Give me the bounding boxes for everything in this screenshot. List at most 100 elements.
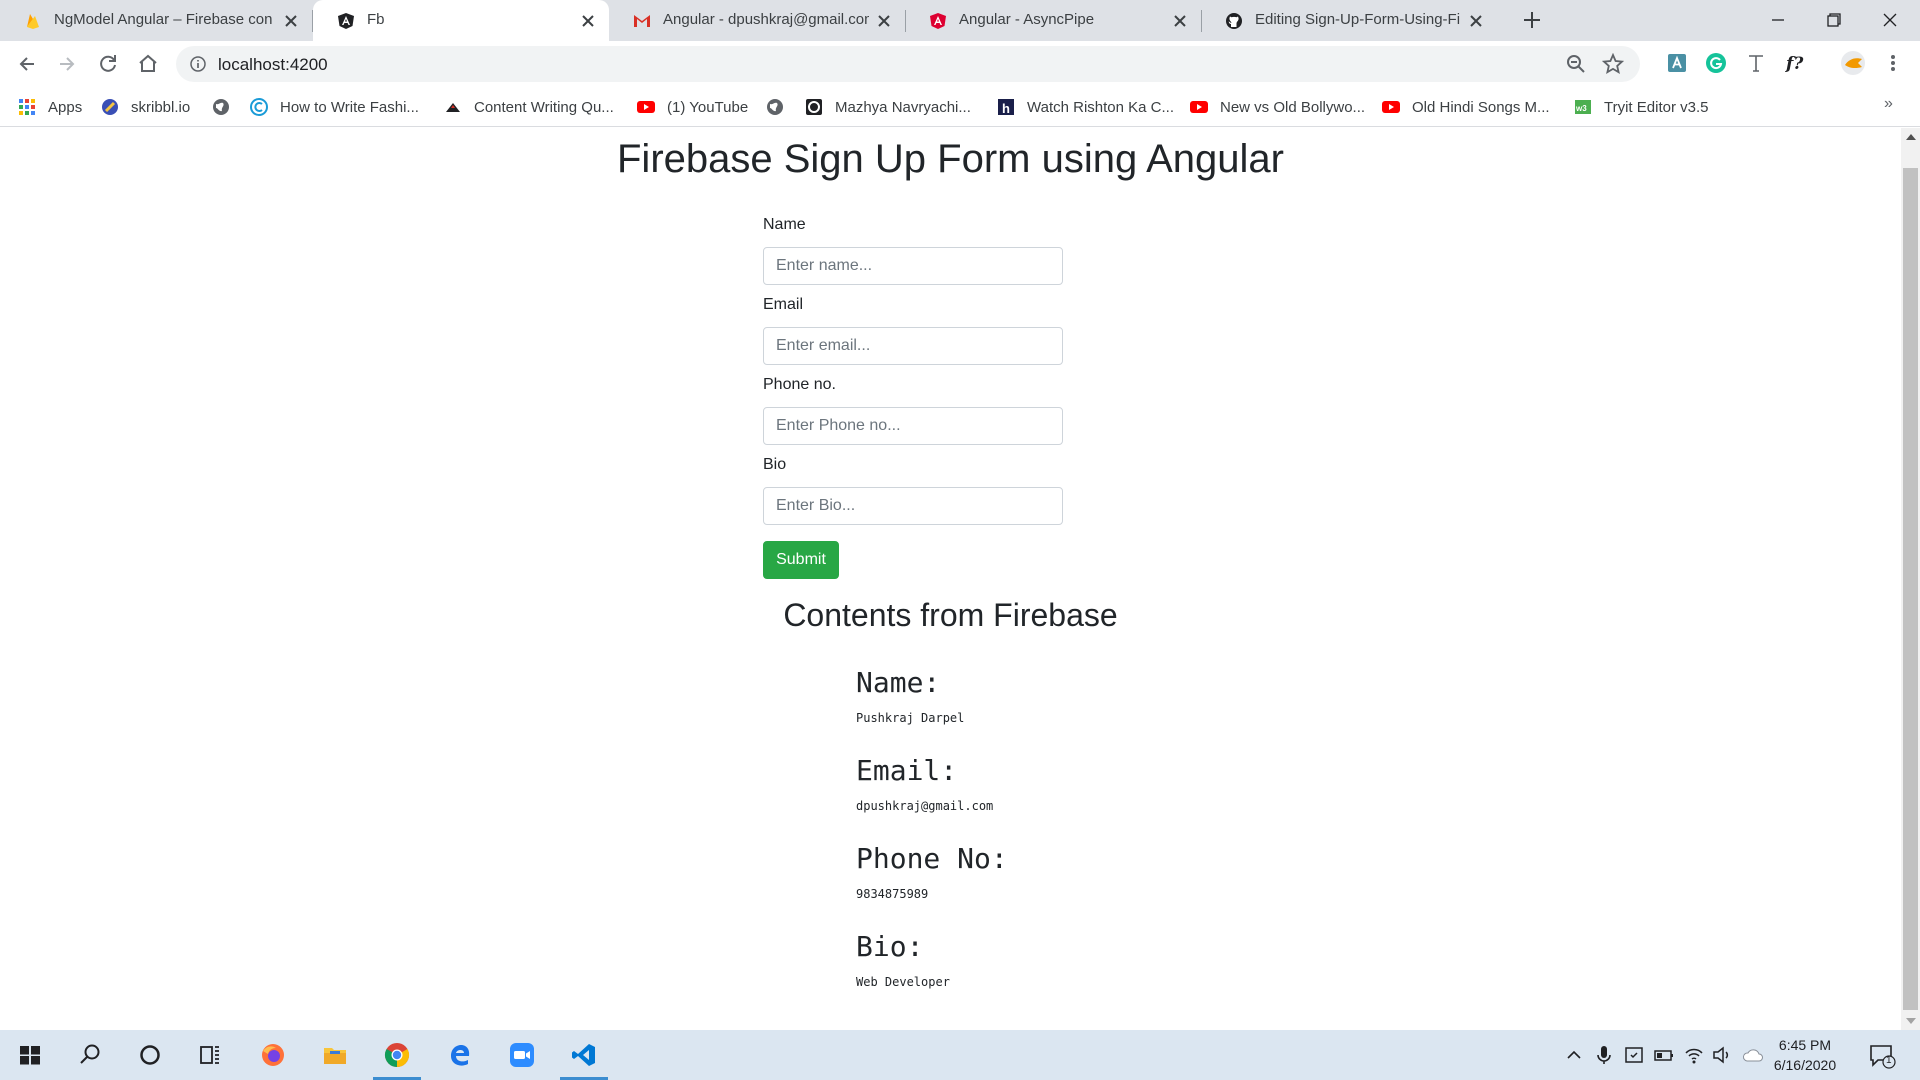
bookmark-old-hindi-songs[interactable]: Old Hindi Songs M...: [1382, 96, 1550, 118]
tab-gmail[interactable]: Angular - dpushkraj@gmail.com: [609, 0, 905, 41]
url-text[interactable]: localhost:4200: [218, 55, 328, 75]
page-title: Firebase Sign Up Form using Angular: [617, 137, 1284, 181]
forward-arrow-icon[interactable]: [53, 50, 81, 78]
start-button[interactable]: [0, 1030, 60, 1080]
microphone-icon[interactable]: [1593, 1044, 1615, 1066]
taskbar-file-explorer[interactable]: [305, 1030, 365, 1080]
avatar[interactable]: [1840, 50, 1866, 76]
taskbar-chrome[interactable]: [367, 1030, 427, 1080]
tab-strip: NgModel Angular – Firebase con Fb Angula…: [0, 0, 1920, 41]
site-info-icon[interactable]: [190, 56, 206, 72]
back-arrow-icon[interactable]: [13, 50, 41, 78]
record-label: Bio:: [856, 930, 924, 963]
zoom-icon[interactable]: [1566, 54, 1586, 74]
scrollbar-thumb[interactable]: [1903, 168, 1918, 1010]
close-icon[interactable]: [1467, 12, 1485, 30]
taskbar-search[interactable]: [60, 1030, 120, 1080]
bookmark-skribbl[interactable]: skribbl.io: [101, 96, 190, 118]
close-icon[interactable]: [1171, 12, 1189, 30]
security-icon[interactable]: [1623, 1044, 1645, 1066]
menu-kebab-icon[interactable]: [1882, 52, 1904, 74]
close-icon[interactable]: [875, 12, 893, 30]
firefox-icon: [260, 1042, 286, 1068]
taskbar: 6:45 PM 6/16/2020 1: [0, 1030, 1920, 1080]
function-extension-icon[interactable]: f?: [1785, 52, 1807, 74]
notification-count: 1: [1886, 1055, 1892, 1066]
bio-input[interactable]: [763, 487, 1063, 525]
restore-icon[interactable]: [1822, 8, 1846, 32]
angular-icon: [337, 12, 355, 30]
taskbar-edge[interactable]: [430, 1030, 490, 1080]
gmail-icon: [633, 12, 651, 30]
text-extension-icon[interactable]: [1745, 52, 1767, 74]
email-input[interactable]: [763, 327, 1063, 365]
battery-icon[interactable]: [1653, 1044, 1675, 1066]
submit-button[interactable]: Submit: [763, 541, 839, 579]
bookmark-label: Content Writing Qu...: [474, 98, 614, 116]
close-icon[interactable]: [579, 12, 597, 30]
bookmark-content-writing[interactable]: Content Writing Qu...: [444, 96, 614, 118]
home-icon[interactable]: [134, 50, 162, 78]
contents-heading: Contents from Firebase: [783, 597, 1118, 633]
close-icon[interactable]: [282, 12, 300, 30]
globe-icon: [766, 98, 784, 116]
signup-form: Name Email Phone no. Bio Submit: [763, 214, 1063, 579]
scroll-up-arrow-icon[interactable]: [1906, 134, 1916, 140]
taskbar-zoom[interactable]: [492, 1030, 552, 1080]
scroll-down-arrow-icon[interactable]: [1906, 1018, 1916, 1024]
phone-input[interactable]: [763, 407, 1063, 445]
reload-icon[interactable]: [94, 50, 122, 78]
taskbar-vscode[interactable]: [554, 1030, 614, 1080]
clock-time: 6:45 PM: [1778, 1037, 1832, 1053]
chrome-icon: [384, 1042, 410, 1068]
phone-label: Phone no.: [763, 376, 836, 393]
tab-ngmodel-angular[interactable]: NgModel Angular – Firebase con: [0, 0, 312, 41]
new-tab-plus-icon[interactable]: [1521, 9, 1543, 31]
bookmark-star-icon[interactable]: [1602, 53, 1624, 75]
name-label: Name: [763, 216, 806, 233]
bookmark-label: Tryit Editor v3.5: [1604, 98, 1709, 116]
bookmark-rishton[interactable]: h Watch Rishton Ka C...: [997, 96, 1174, 118]
cortana-icon: [137, 1042, 163, 1068]
wifi-icon[interactable]: [1683, 1044, 1705, 1066]
close-window-icon[interactable]: [1878, 8, 1902, 32]
page-viewport: Firebase Sign Up Form using Angular Name…: [0, 128, 1901, 1030]
tab-title: Editing Sign-Up-Form-Using-Fire: [1255, 11, 1461, 28]
bookmark-new-vs-old[interactable]: New vs Old Bollywo...: [1190, 96, 1365, 118]
tray-chevron-up-icon[interactable]: [1563, 1044, 1585, 1066]
github-icon: [1225, 12, 1243, 30]
bookmarks-overflow-icon[interactable]: »: [1884, 95, 1893, 113]
extension-a-icon[interactable]: [1666, 52, 1688, 74]
bookmark-label: New vs Old Bollywo...: [1220, 98, 1366, 116]
grammarly-icon[interactable]: [1705, 52, 1727, 74]
bookmark-apps[interactable]: Apps: [18, 96, 82, 118]
email-label: Email: [763, 296, 804, 313]
name-input[interactable]: [763, 247, 1063, 285]
bookmark-how-to-write[interactable]: How to Write Fashi...: [250, 96, 419, 118]
bookmark-tryit[interactable]: w3 Tryit Editor v3.5: [1574, 96, 1708, 118]
vertical-scrollbar[interactable]: [1901, 128, 1920, 1030]
tab-title: Angular - AsyncPipe: [959, 11, 1095, 28]
bookmark-globe-2[interactable]: [766, 96, 796, 118]
video-icon: [805, 98, 823, 116]
youtube-icon: [1382, 98, 1400, 116]
taskbar-cortana[interactable]: [120, 1030, 180, 1080]
youtube-icon: [1190, 98, 1208, 116]
svg-text:f?: f?: [1785, 54, 1804, 74]
bookmark-globe[interactable]: [212, 96, 242, 118]
notification-center-icon[interactable]: 1: [1868, 1042, 1896, 1070]
vscode-icon: [571, 1042, 597, 1068]
tab-github-editing[interactable]: Editing Sign-Up-Form-Using-Fire: [1201, 0, 1497, 41]
taskbar-firefox[interactable]: [243, 1030, 303, 1080]
bookmark-mazhya[interactable]: Mazhya Navryachi...: [805, 96, 971, 118]
record-email: Email: dpushkraj@gmail.com: [856, 754, 1456, 842]
minimize-icon[interactable]: [1766, 8, 1790, 32]
tab-asyncpipe[interactable]: Angular - AsyncPipe: [905, 0, 1201, 41]
system-clock[interactable]: 6:45 PM 6/16/2020: [1760, 1035, 1850, 1075]
bookmark-youtube[interactable]: (1) YouTube: [637, 96, 748, 118]
address-bar[interactable]: localhost:4200: [176, 46, 1640, 82]
taskbar-task-view[interactable]: [180, 1030, 240, 1080]
volume-icon[interactable]: [1711, 1044, 1733, 1066]
hotstar-icon: h: [997, 98, 1015, 116]
tab-fb[interactable]: Fb: [313, 0, 609, 41]
